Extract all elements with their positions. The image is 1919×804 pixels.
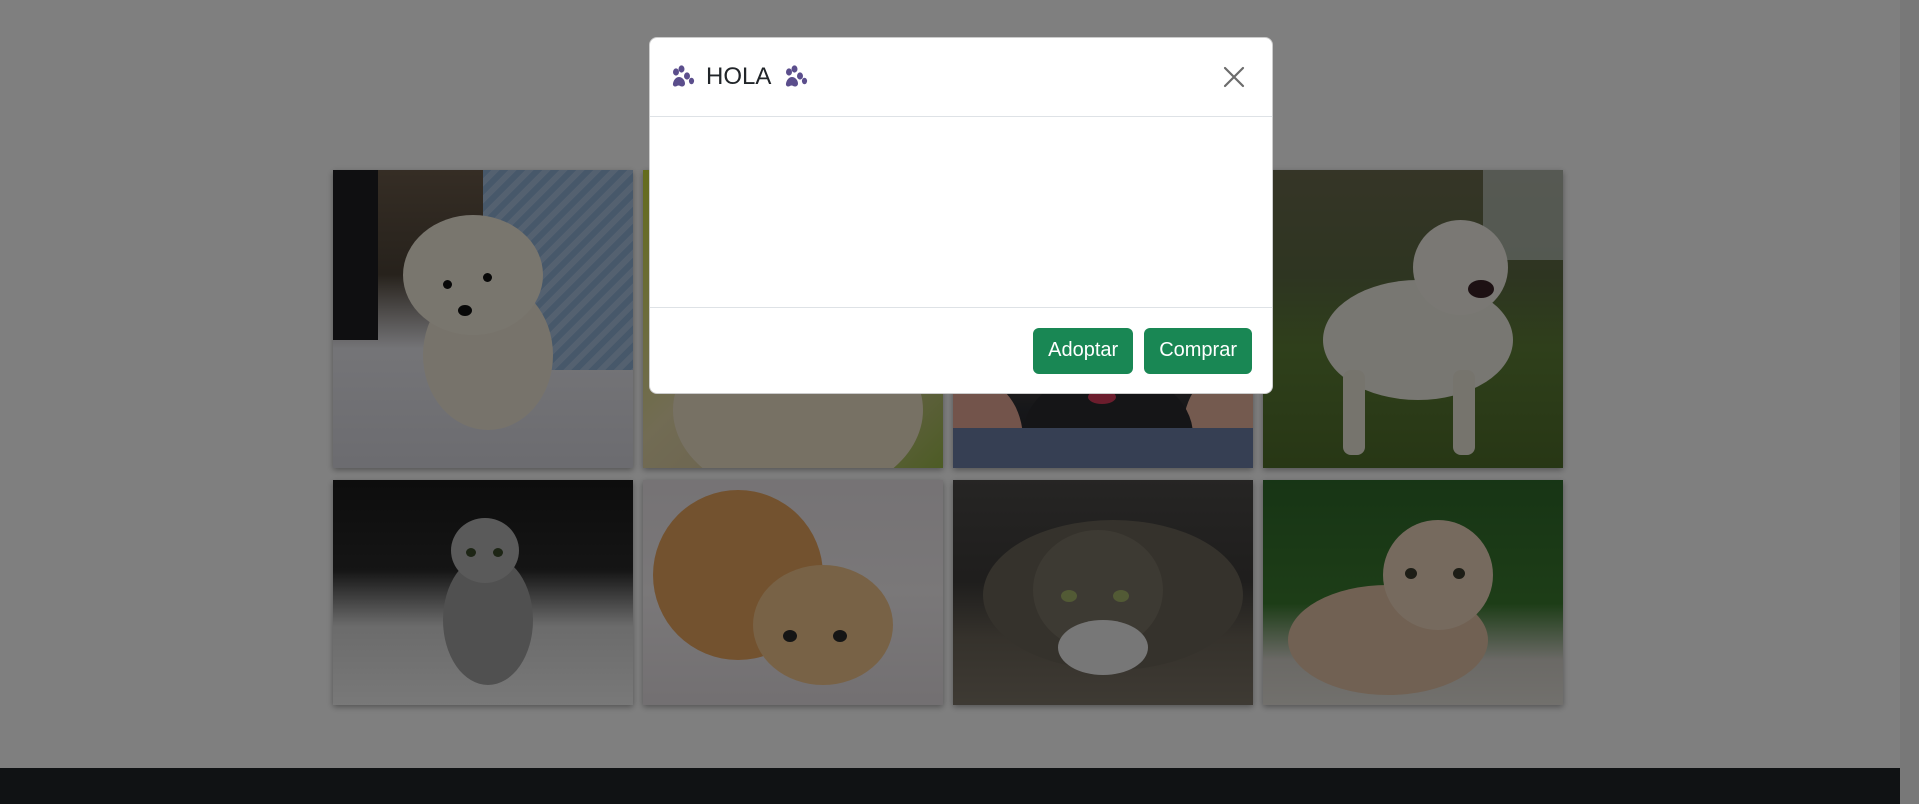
modal-title: HOLA bbox=[670, 63, 809, 91]
modal-footer: Adoptar Comprar bbox=[650, 307, 1272, 393]
close-icon bbox=[1223, 66, 1245, 88]
modal-title-text: HOLA bbox=[706, 63, 772, 90]
adopt-button[interactable]: Adoptar bbox=[1033, 327, 1134, 374]
paw-icon bbox=[672, 65, 695, 87]
modal-header: HOLA bbox=[650, 38, 1272, 117]
close-button[interactable] bbox=[1216, 59, 1252, 95]
modal-body bbox=[650, 117, 1272, 307]
paw-icon bbox=[786, 65, 808, 87]
buy-button[interactable]: Comprar bbox=[1144, 327, 1252, 374]
greeting-modal: HOLA Adoptar Comprar bbox=[649, 37, 1273, 394]
